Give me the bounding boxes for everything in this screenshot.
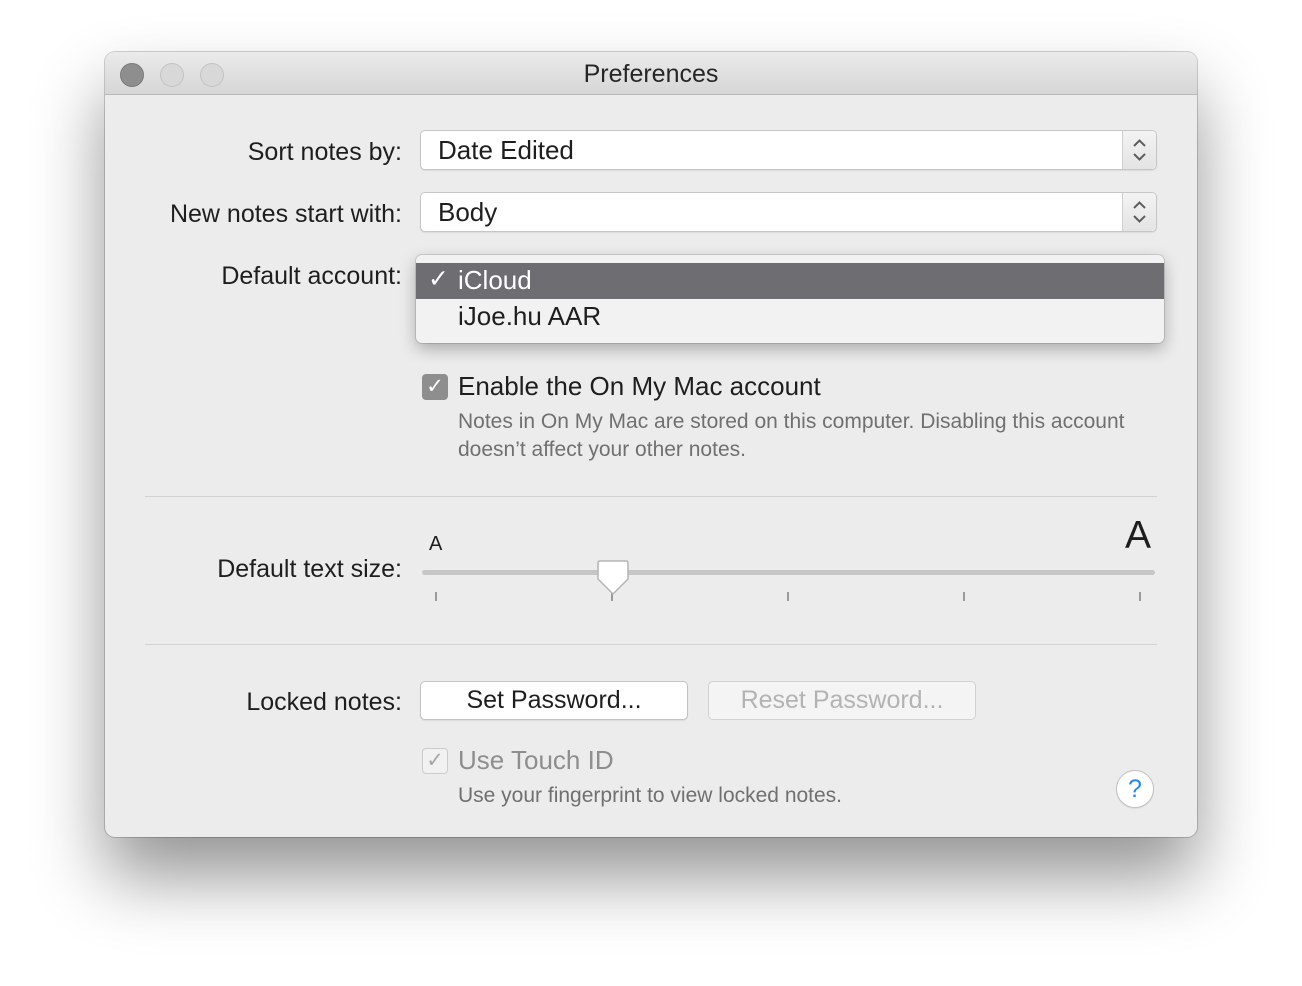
- reset-password-button[interactable]: Reset Password...: [708, 681, 976, 720]
- new-notes-label: New notes start with:: [169, 200, 402, 228]
- set-password-button[interactable]: Set Password...: [420, 681, 688, 720]
- slider-tick: [787, 592, 789, 601]
- on-my-mac-checkbox[interactable]: ✓: [422, 374, 448, 400]
- new-notes-value: Body: [438, 197, 498, 227]
- small-text-glyph: A: [429, 533, 443, 555]
- text-size-slider-track[interactable]: [422, 570, 1155, 575]
- title-bar[interactable]: Preferences: [105, 52, 1197, 95]
- sort-notes-popup[interactable]: Date Edited: [420, 130, 1157, 170]
- preferences-window: Preferences Sort notes by: Date Edited N…: [105, 52, 1197, 837]
- popup-stepper-icon: [1122, 193, 1156, 231]
- locked-notes-label: Locked notes:: [246, 688, 402, 716]
- window-title: Preferences: [583, 60, 719, 88]
- on-my-mac-description: Notes in On My Mac are stored on this co…: [458, 410, 1125, 461]
- sort-notes-label: Sort notes by:: [247, 138, 402, 166]
- popup-stepper-icon: [1122, 131, 1156, 169]
- on-my-mac-label[interactable]: Enable the On My Mac account: [458, 371, 821, 402]
- touch-id-description: Use your fingerprint to view locked note…: [458, 784, 843, 807]
- sort-notes-value: Date Edited: [438, 135, 574, 165]
- touch-id-label: Use Touch ID: [458, 745, 614, 775]
- slider-tick: [963, 592, 965, 601]
- menu-item-icloud[interactable]: ✓ iCloud: [416, 263, 1164, 299]
- divider: [145, 496, 1157, 497]
- default-account-label: Default account:: [221, 262, 402, 290]
- menu-item-label: iCloud: [458, 265, 532, 295]
- text-size-slider-knob[interactable]: [596, 559, 630, 602]
- menu-item-label: iJoe.hu AAR: [458, 301, 602, 331]
- slider-tick: [435, 592, 437, 601]
- touch-id-checkbox[interactable]: ✓: [422, 748, 448, 774]
- large-text-glyph: A: [1125, 514, 1152, 557]
- divider: [145, 644, 1157, 645]
- menu-item-ijoe-hu-aar[interactable]: iJoe.hu AAR: [416, 299, 1164, 335]
- default-account-menu: ✓ iCloud iJoe.hu AAR: [416, 255, 1164, 343]
- slider-tick: [1139, 592, 1141, 601]
- checkmark-icon: ✓: [428, 265, 449, 293]
- help-button[interactable]: ?: [1116, 770, 1154, 808]
- text-size-label: Default text size:: [217, 555, 402, 583]
- new-notes-popup[interactable]: Body: [420, 192, 1157, 232]
